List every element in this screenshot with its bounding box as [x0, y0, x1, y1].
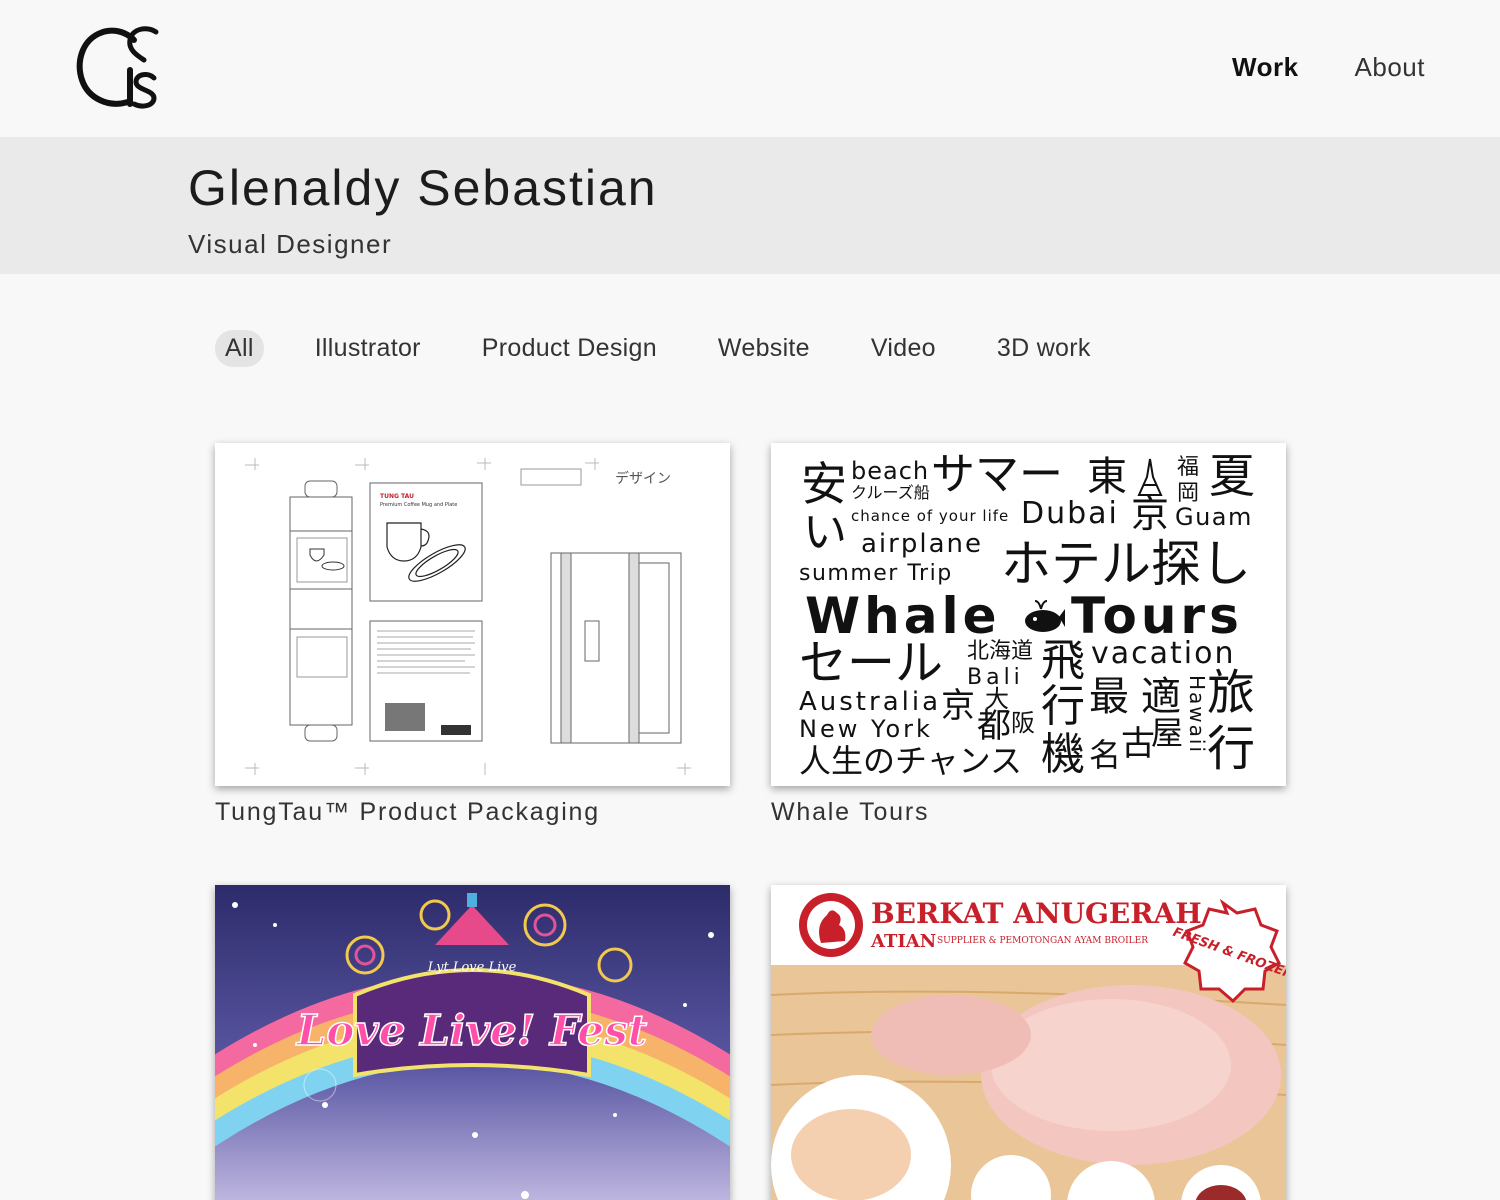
- word: ホテル探し: [1001, 535, 1251, 593]
- project-title[interactable]: Whale Tours: [771, 798, 1286, 827]
- whale-icon: [1025, 600, 1065, 632]
- word: 旅: [1207, 665, 1256, 721]
- word: Hawaii: [1185, 675, 1209, 755]
- word: 最: [1089, 674, 1129, 720]
- nav-work-link[interactable]: Work: [1232, 52, 1299, 83]
- project-thumbnail[interactable]: TUNG TAU Premium Coffee Mug and Plate デザ…: [215, 443, 730, 786]
- project-card-love-live-fest[interactable]: Lyt Love Live Love Live! Fest: [215, 885, 730, 1200]
- word: 屋: [1151, 714, 1184, 752]
- word: 京: [941, 686, 975, 726]
- filter-website[interactable]: Website: [708, 330, 820, 367]
- word: 福: [1177, 455, 1200, 480]
- word: Australia: [799, 687, 942, 717]
- tower-icon: [1137, 458, 1163, 496]
- project-thumbnail[interactable]: Lyt Love Live Love Live! Fest: [215, 885, 730, 1200]
- project-card-tungtau[interactable]: TUNG TAU Premium Coffee Mug and Plate デザ…: [215, 443, 730, 827]
- word: airplane: [861, 529, 983, 559]
- word: セール: [799, 635, 944, 691]
- word: 都: [977, 706, 1011, 746]
- gs-logo-icon[interactable]: [72, 26, 162, 112]
- packaging-dieline-image: TUNG TAU Premium Coffee Mug and Plate デザ…: [215, 443, 730, 786]
- word: Dubai: [1021, 496, 1119, 531]
- word: 東: [1087, 454, 1127, 500]
- word: い: [803, 507, 847, 558]
- designer-role: Visual Designer: [188, 229, 393, 259]
- hero-band: Glenaldy Sebastian Visual Designer: [0, 137, 1500, 274]
- word: クルーズ船: [851, 483, 930, 502]
- project-thumbnail[interactable]: BERKAT ANUGERAH ATIAN SUPPLIER & PEMOTON…: [771, 885, 1286, 1200]
- brand-sub: ATIAN: [870, 931, 936, 952]
- filter-illustrator[interactable]: Illustrator: [305, 330, 431, 367]
- brand-name: BERKAT ANUGERAH: [871, 897, 1202, 930]
- word: 名: [1089, 736, 1122, 774]
- designer-name: Glenaldy Sebastian: [188, 160, 658, 216]
- word: サマー: [931, 449, 1063, 500]
- brand-tagline: SUPPLIER & PEMOTONGAN AYAM BROILER: [937, 936, 1148, 946]
- packaging-product-text: Premium Coffee Mug and Plate: [380, 502, 457, 508]
- word: beach: [851, 457, 930, 485]
- category-filters: All Illustrator Product Design Website V…: [215, 330, 1101, 367]
- packaging-design-label: デザイン: [615, 470, 671, 487]
- word: 適: [1141, 674, 1181, 720]
- word: summer Trip: [799, 561, 953, 586]
- word: Tours: [1071, 587, 1243, 645]
- word: New York: [799, 715, 933, 743]
- word: 京: [1131, 492, 1170, 536]
- word: 岡: [1177, 481, 1200, 506]
- word: 行: [1207, 721, 1256, 777]
- project-title[interactable]: TungTau™ Product Packaging: [215, 798, 730, 827]
- word: 安: [801, 457, 847, 511]
- filter-3d-work[interactable]: 3D work: [987, 330, 1101, 367]
- nav-about-link[interactable]: About: [1355, 52, 1425, 83]
- site-header: Work About: [0, 0, 1500, 137]
- filter-video[interactable]: Video: [861, 330, 946, 367]
- word: 阪: [1011, 709, 1035, 737]
- filter-product-design[interactable]: Product Design: [472, 330, 667, 367]
- word: 北海道: [967, 639, 1034, 664]
- berkat-poster-image: BERKAT ANUGERAH ATIAN SUPPLIER & PEMOTON…: [771, 885, 1286, 1200]
- filter-all[interactable]: All: [215, 330, 264, 367]
- word: 人生のチャンス: [799, 742, 1023, 780]
- word: 古: [1121, 724, 1155, 764]
- project-card-berkat-anugerah[interactable]: BERKAT ANUGERAH ATIAN SUPPLIER & PEMOTON…: [771, 885, 1286, 1200]
- word: 夏: [1209, 449, 1255, 503]
- project-thumbnail[interactable]: 安 beach サマー 東 福 夏 クルーズ船 岡 い chance of yo…: [771, 443, 1286, 786]
- whale-tours-word-cloud: 安 beach サマー 東 福 夏 クルーズ船 岡 い chance of yo…: [771, 443, 1286, 786]
- word: 飛: [1041, 635, 1085, 686]
- word: chance of your life: [851, 507, 1010, 525]
- word: 行: [1041, 681, 1085, 732]
- banner-title: Love Live! Fest: [296, 1006, 647, 1055]
- word: Guam: [1175, 503, 1253, 531]
- love-live-banner-image: Lyt Love Live Love Live! Fest: [215, 885, 730, 1200]
- banner-subtitle: Lyt Love Live: [427, 960, 517, 975]
- word: Whale: [805, 587, 1001, 645]
- project-card-whale-tours[interactable]: 安 beach サマー 東 福 夏 クルーズ船 岡 い chance of yo…: [771, 443, 1286, 827]
- word: 機: [1041, 729, 1085, 780]
- main-nav: Work About: [1232, 52, 1425, 83]
- packaging-brand-text: TUNG TAU: [380, 493, 414, 500]
